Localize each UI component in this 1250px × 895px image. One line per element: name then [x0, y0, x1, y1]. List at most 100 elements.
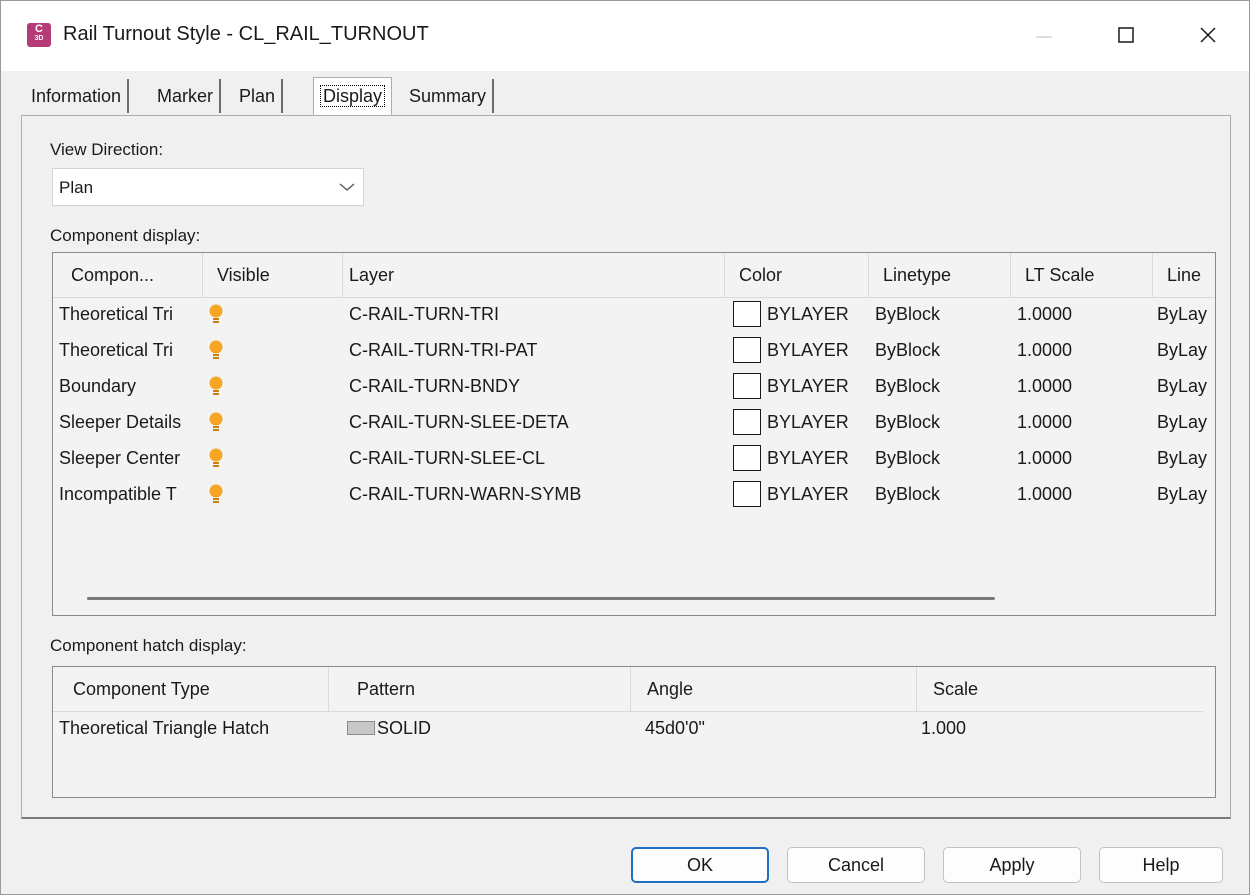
lineweight-cell: ByLay — [1157, 448, 1208, 468]
table-row[interactable]: Incompatible T C-RAIL-TURN-WARN-SYMB BYL… — [53, 477, 1215, 513]
view-direction-label: View Direction: — [50, 140, 164, 159]
col-header-component[interactable]: Compon... — [57, 253, 203, 297]
dialog-window: C 3D Rail Turnout Style - CL_RAIL_TURNOU… — [0, 0, 1250, 895]
col-header-angle[interactable]: Angle — [631, 667, 917, 711]
lt-scale-cell: 1.0000 — [1017, 484, 1073, 504]
component-type-cell: Theoretical Triangle Hatch — [59, 718, 270, 738]
col-header-lineweight[interactable]: Line — [1153, 253, 1215, 297]
col-header-component-type[interactable]: Component Type — [57, 667, 329, 711]
col-header-scale[interactable]: Scale — [917, 667, 1203, 711]
lightbulb-on-icon[interactable] — [209, 303, 223, 327]
table-row[interactable]: Boundary C-RAIL-TURN-BNDY BYLAYER ByBloc… — [53, 369, 1215, 405]
lt-scale-cell: 1.0000 — [1017, 376, 1073, 396]
lightbulb-on-icon[interactable] — [209, 375, 223, 399]
col-header-color[interactable]: Color — [725, 253, 869, 297]
tab-summary[interactable]: Summary — [403, 79, 495, 113]
color-swatch — [733, 336, 761, 363]
component-cell: Theoretical Tri — [59, 340, 174, 360]
civil3d-app-icon: C 3D — [27, 23, 51, 47]
component-display-grid[interactable]: Compon... Visible Layer Color Linetype L… — [52, 252, 1216, 616]
color-cell[interactable]: BYLAYER — [733, 405, 869, 441]
cancel-button[interactable]: Cancel — [787, 847, 925, 883]
tab-plan[interactable]: Plan — [233, 79, 284, 113]
component-cell: Theoretical Tri — [59, 304, 174, 324]
lightbulb-on-icon[interactable] — [209, 339, 223, 363]
table-row[interactable]: Theoretical Tri C-RAIL-TURN-TRI BYLAYER … — [53, 297, 1215, 333]
color-value: BYLAYER — [767, 412, 849, 432]
maximize-icon — [1118, 27, 1134, 43]
maximize-button[interactable] — [1103, 15, 1149, 55]
component-display-label: Component display: — [50, 226, 201, 245]
table-row[interactable]: Theoretical Triangle Hatch SOLID 45d0'0"… — [53, 711, 1203, 747]
lineweight-cell: ByLay — [1157, 340, 1208, 360]
layer-cell: C-RAIL-TURN-WARN-SYMB — [349, 484, 582, 504]
lineweight-cell: ByLay — [1157, 304, 1208, 324]
table-row[interactable]: Sleeper Center C-RAIL-TURN-SLEE-CL BYLAY… — [53, 441, 1215, 477]
tab-information[interactable]: Information — [25, 79, 130, 113]
view-direction-value: Plan — [59, 178, 94, 197]
lightbulb-on-icon[interactable] — [209, 411, 223, 435]
table-row[interactable]: Sleeper Details C-RAIL-TURN-SLEE-DETA BY… — [53, 405, 1215, 441]
lt-scale-cell: 1.0000 — [1017, 340, 1073, 360]
layer-cell: C-RAIL-TURN-TRI-PAT — [349, 340, 538, 360]
tab-display-label: Display — [320, 85, 386, 107]
color-cell[interactable]: BYLAYER — [733, 333, 869, 369]
pattern-cell[interactable]: SOLID — [347, 711, 629, 747]
minimize-button[interactable] — [1021, 15, 1067, 55]
col-header-layer[interactable]: Layer — [343, 253, 725, 297]
lineweight-cell: ByLay — [1157, 376, 1208, 396]
lineweight-cell: ByLay — [1157, 412, 1208, 432]
angle-cell: 45d0'0" — [645, 718, 705, 738]
lt-scale-cell: 1.0000 — [1017, 448, 1073, 468]
color-value: BYLAYER — [767, 448, 849, 468]
lightbulb-on-icon[interactable] — [209, 483, 223, 507]
color-value: BYLAYER — [767, 376, 849, 396]
col-header-linetype[interactable]: Linetype — [869, 253, 1011, 297]
linetype-cell: ByBlock — [875, 484, 941, 504]
col-header-lt-scale[interactable]: LT Scale — [1011, 253, 1153, 297]
layer-cell: C-RAIL-TURN-BNDY — [349, 376, 520, 396]
tab-marker[interactable]: Marker — [151, 79, 222, 113]
component-cell: Incompatible T — [59, 484, 177, 504]
linetype-cell: ByBlock — [875, 340, 941, 360]
close-icon — [1200, 27, 1216, 43]
horizontal-scrollbar[interactable] — [87, 597, 995, 600]
component-cell: Sleeper Center — [59, 448, 181, 468]
lt-scale-cell: 1.0000 — [1017, 412, 1073, 432]
lineweight-cell: ByLay — [1157, 484, 1208, 504]
layer-cell: C-RAIL-TURN-SLEE-CL — [349, 448, 546, 468]
grid-header: Compon... Visible Layer Color Linetype L… — [53, 253, 1215, 298]
color-value: BYLAYER — [767, 304, 849, 324]
color-cell[interactable]: BYLAYER — [733, 297, 869, 333]
color-value: BYLAYER — [767, 484, 849, 504]
color-swatch — [733, 444, 761, 471]
col-header-visible[interactable]: Visible — [203, 253, 343, 297]
color-swatch — [733, 372, 761, 399]
color-cell[interactable]: BYLAYER — [733, 441, 869, 477]
linetype-cell: ByBlock — [875, 448, 941, 468]
scale-cell: 1.000 — [921, 718, 967, 738]
chevron-down-icon — [339, 183, 355, 191]
lt-scale-cell: 1.0000 — [1017, 304, 1073, 324]
linetype-cell: ByBlock — [875, 376, 941, 396]
pattern-swatch — [347, 720, 375, 735]
close-button[interactable] — [1185, 15, 1231, 55]
minimize-icon — [1036, 36, 1052, 38]
help-button[interactable]: Help — [1099, 847, 1223, 883]
view-direction-select[interactable]: Plan — [52, 168, 364, 206]
component-hatch-grid[interactable]: Component Type Pattern Angle Scale Theor… — [52, 666, 1216, 798]
apply-button[interactable]: Apply — [943, 847, 1081, 883]
component-hatch-display-label: Component hatch display: — [50, 636, 247, 655]
color-cell[interactable]: BYLAYER — [733, 369, 869, 405]
color-cell[interactable]: BYLAYER — [733, 477, 869, 513]
col-header-pattern[interactable]: Pattern — [329, 667, 631, 711]
table-row[interactable]: Theoretical Tri C-RAIL-TURN-TRI-PAT BYLA… — [53, 333, 1215, 369]
tab-display[interactable]: Display — [313, 77, 393, 115]
color-swatch — [733, 480, 761, 507]
linetype-cell: ByBlock — [875, 412, 941, 432]
component-cell: Sleeper Details — [59, 412, 182, 432]
color-swatch — [733, 408, 761, 435]
ok-button[interactable]: OK — [631, 847, 769, 883]
hatch-grid-header: Component Type Pattern Angle Scale — [53, 667, 1203, 712]
lightbulb-on-icon[interactable] — [209, 447, 223, 471]
